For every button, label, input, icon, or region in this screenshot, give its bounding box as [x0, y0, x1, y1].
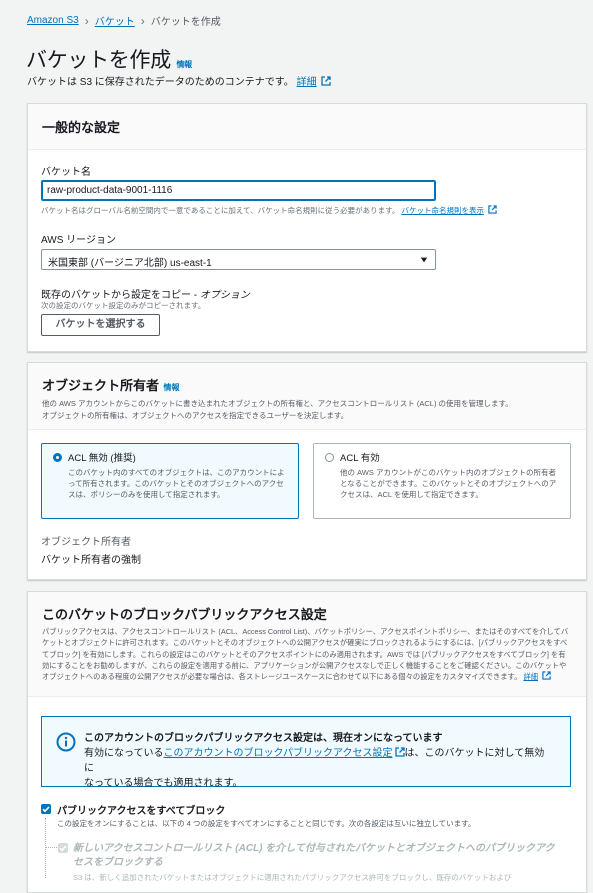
details-link[interactable]: 詳細	[297, 77, 317, 88]
block-public-access-title: このバケットのブロックパブリックアクセス設定	[42, 607, 327, 622]
naming-rules-link[interactable]: バケット命名規則を表示	[401, 206, 484, 215]
alert-body-text1: 有効になっている	[84, 748, 164, 759]
object-ownership-panel: オブジェクト所有者 情報 他の AWS アカウントからこのバケットに書き込まれた…	[27, 362, 587, 580]
general-settings-title: 一般的な設定	[42, 120, 121, 135]
chevron-right-icon: ›	[84, 13, 89, 28]
external-link-icon	[321, 76, 332, 86]
info-icon	[56, 732, 76, 752]
check-icon	[42, 806, 50, 813]
bucket-name-hint: バケット名はグローバル名前空間内で一意であることに加えて、バケット命名規則に従う…	[41, 205, 581, 216]
region-select-value: 米国東部 (バージニア北部) us-east-1	[48, 258, 212, 269]
page-title-text: バケットを作成	[26, 49, 171, 72]
acl-enabled-option[interactable]: ACL 有効 他の AWS アカウントがこのバケット内のオブジェクトの所有者とな…	[313, 443, 571, 519]
block-public-access-header: このバケットのブロックパブリックアクセス設定 パブリックアクセスは、アクセスコン…	[28, 592, 586, 697]
block-all-label[interactable]: パブリックアクセスをすべてブロック	[57, 802, 225, 817]
general-settings-panel: 一般的な設定 バケット名 バケット名はグローバル名前空間内で一意であることに加え…	[27, 103, 587, 352]
block-new-acl-label: 新しいアクセスコントロールリスト (ACL) を介して付与されたバケットとオブジ…	[73, 843, 555, 868]
acl-disabled-option[interactable]: ACL 無効 (推奨) このバケット内のすべてのオブジェクトは、このアカウントに…	[41, 443, 299, 519]
info-link[interactable]: 情報	[163, 383, 179, 392]
bucket-name-hint-text: バケット名はグローバル名前空間内で一意であることに加えて、バケット命名規則に従う…	[41, 206, 400, 215]
object-ownership-desc-line1: 他の AWS アカウントからこのバケットに書き込まれたオブジェクトの所有権と、ア…	[42, 399, 513, 408]
block-public-access-panel: このバケットのブロックパブリックアクセス設定 パブリックアクセスは、アクセスコン…	[27, 591, 587, 893]
bucket-name-label: バケット名	[41, 167, 91, 178]
region-select[interactable]: 米国東部 (バージニア北部) us-east-1	[41, 249, 436, 270]
external-link-icon	[542, 671, 551, 680]
breadcrumb-current: バケットを作成	[150, 17, 221, 28]
optional-tag: オプション	[199, 290, 250, 301]
bucket-name-input[interactable]	[41, 180, 436, 201]
alert-title: このアカウントのブロックパブリックアクセス設定は、現在オンになっています	[84, 733, 443, 744]
object-ownership-desc: 他の AWS アカウントからこのバケットに書き込まれたオブジェクトの所有権と、ア…	[42, 398, 572, 422]
account-bpa-alert: このアカウントのブロックパブリックアクセス設定は、現在オンになっています 有効に…	[41, 716, 571, 789]
external-link-icon	[488, 205, 497, 214]
check-icon	[59, 845, 67, 852]
object-owner-label: オブジェクト所有者	[41, 537, 131, 548]
page-title: バケットを作成 情報	[26, 44, 192, 74]
tree-connector	[45, 847, 57, 849]
acl-disabled-title: ACL 無効 (推奨)	[68, 453, 136, 464]
page-description: バケットは S3 に保存されたデータのためのコンテナです。 詳細	[27, 73, 332, 88]
acl-disabled-desc: このバケット内のすべてのオブジェクトは、このアカウントによって所有されます。この…	[68, 468, 285, 499]
breadcrumb: Amazon S3 › バケット › バケットを作成	[27, 13, 221, 29]
acl-enabled-title: ACL 有効	[340, 453, 380, 464]
object-ownership-header: オブジェクト所有者 情報 他の AWS アカウントからこのバケットに書き込まれた…	[28, 363, 586, 430]
block-all-checkbox[interactable]	[41, 804, 51, 814]
block-all-desc: この設定をオンにすることは、以下の 4 つの設定をすべてオンにすることと同じです…	[57, 819, 476, 828]
acl-enabled-desc: 他の AWS アカウントがこのバケット内のオブジェクトの所有者となることができま…	[340, 468, 557, 499]
radio-selected[interactable]	[53, 453, 62, 462]
caret-down-icon	[420, 257, 428, 263]
block-public-access-desc-text: パブリックアクセスは、アクセスコントロールリスト (ACL、Access Con…	[42, 627, 569, 682]
copy-settings-hint: 次の設定のバケット設定のみがコピーされます。	[41, 301, 206, 310]
alert-body: 有効になっているこのアカウントのブロックパブリックアクセス設定 は、このバケットに…	[84, 746, 554, 791]
copy-settings-label: 既存のバケットから設定をコピー - オプション	[41, 286, 250, 301]
general-settings-header: 一般的な設定	[28, 104, 586, 150]
details-link[interactable]: 詳細	[523, 672, 538, 681]
info-link[interactable]: 情報	[176, 60, 192, 69]
region-label: AWS リージョン	[41, 235, 116, 246]
breadcrumb-buckets[interactable]: バケット	[95, 13, 135, 28]
object-ownership-desc-line2: オブジェクトの所有権は、オブジェクトへのアクセスを指定できるユーザーを決定します…	[42, 411, 349, 420]
chevron-right-icon: ›	[140, 13, 145, 28]
block-public-access-desc: パブリックアクセスは、アクセスコントロールリスト (ACL、Access Con…	[42, 626, 572, 682]
breadcrumb-s3[interactable]: Amazon S3	[27, 15, 79, 26]
block-new-acl-checkbox	[58, 843, 68, 853]
account-bpa-link[interactable]: このアカウントのブロックパブリックアクセス設定	[164, 748, 393, 759]
choose-bucket-button[interactable]: バケットを選択する	[41, 314, 160, 336]
radio-unselected[interactable]	[325, 453, 334, 462]
page-description-text: バケットは S3 に保存されたデータのためのコンテナです。	[27, 77, 294, 88]
external-link-icon	[394, 747, 405, 757]
object-ownership-title: オブジェクト所有者	[42, 378, 160, 393]
alert-body-text3: なっている場合でも適用されます。	[84, 778, 243, 789]
object-owner-value: バケット所有者の強制	[41, 555, 141, 566]
